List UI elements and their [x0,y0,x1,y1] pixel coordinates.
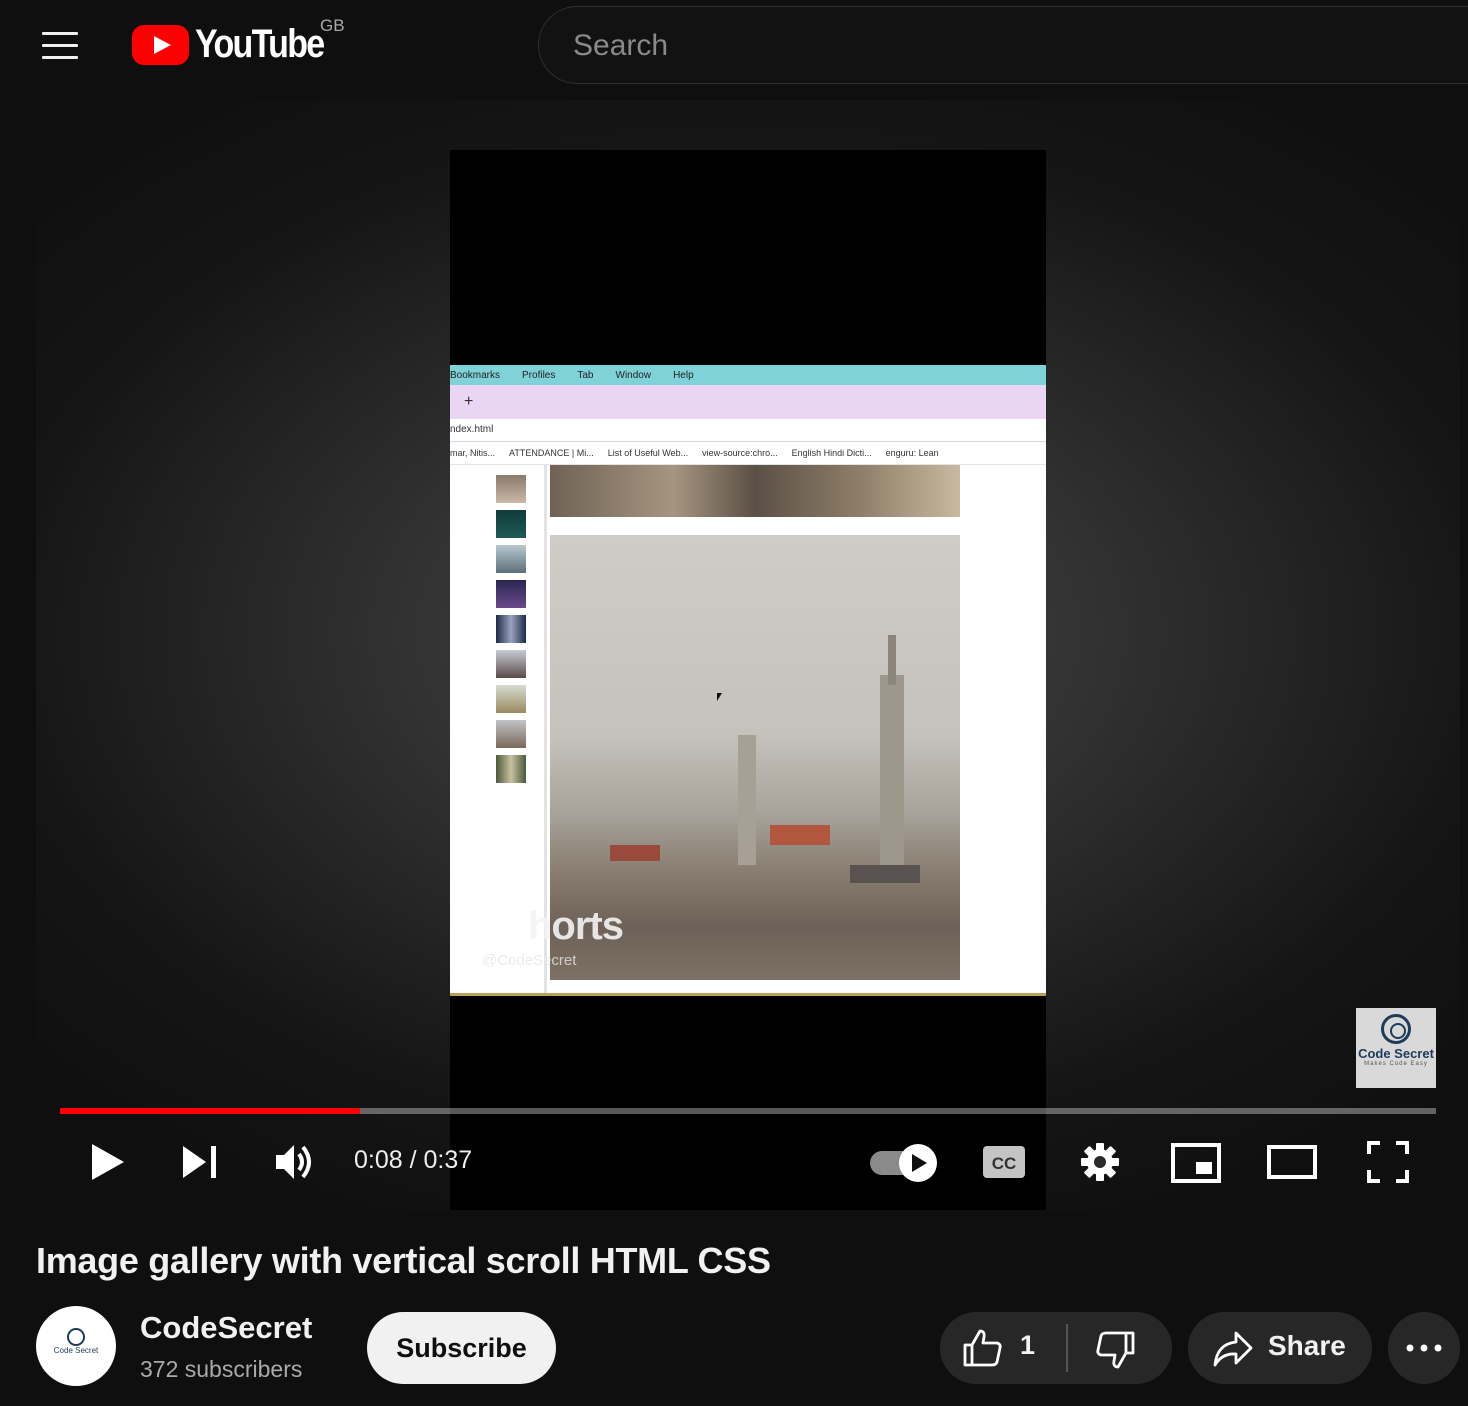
recorded-bookmark: view-source:chro... [702,448,778,458]
recorded-bookmark: mar, Nitis... [450,448,496,458]
recorded-thumbnail-column [496,475,526,790]
recorded-thumbnail [496,475,526,503]
subscriber-count: 372 subscribers [140,1356,303,1382]
recorded-bottom-edge [450,993,1046,996]
progress-bar[interactable] [60,1108,1436,1114]
play-icon[interactable] [90,1140,126,1184]
video-title: Image gallery with vertical scroll HTML … [36,1240,771,1281]
channel-handle-watermark: @CodeSecret [482,952,577,969]
theater-mode-icon[interactable] [1266,1144,1318,1180]
recorded-bookmark: English Hindi Dicti... [791,448,872,458]
code-secret-logo-icon [1381,1014,1411,1044]
thumbs-up-icon [963,1329,1002,1367]
share-arrow-icon [1213,1331,1253,1367]
tower-shape [738,735,756,865]
roof-shape [770,825,830,845]
progress-played [60,1108,360,1114]
recorded-gallery-image [550,465,960,517]
more-horizontal-icon [1406,1344,1442,1352]
tower-shape [888,635,896,685]
miniplayer-icon[interactable] [1170,1142,1222,1184]
closed-captions-icon[interactable]: CC [982,1144,1026,1180]
recorded-menu-item: Profiles [522,369,556,381]
recorded-thumbnail [496,650,526,678]
roof-shape [850,865,920,883]
recorded-thumbnail [496,580,526,608]
like-button[interactable]: 1 [940,1312,1066,1384]
fullscreen-icon[interactable] [1366,1140,1410,1184]
current-time: 0:08 [354,1146,403,1174]
recorded-menu-item: Tab [577,369,594,381]
settings-gear-icon[interactable] [1080,1142,1120,1182]
recorded-thumbnail [496,510,526,538]
search-box [538,6,1468,84]
avatar-text: Code Secret [53,1346,99,1355]
recorded-menubar: Bookmarks Profiles Tab Window Help [450,365,1046,385]
video-frame[interactable]: Bookmarks Profiles Tab Window Help + nde… [450,150,1046,1210]
volume-icon[interactable] [274,1140,316,1184]
like-dislike-group: 1 [940,1312,1172,1384]
subscribe-button[interactable]: Subscribe [367,1312,556,1384]
recorded-bookmarks-bar: mar, Nitis... ATTENDANCE | Mi... List of… [450,442,1046,465]
brand-tagline: Makes Code Easy [1364,1061,1428,1067]
total-time: 0:37 [423,1146,473,1174]
search-input[interactable] [571,25,1455,67]
thumbs-down-icon [1096,1331,1135,1369]
cc-label: CC [992,1154,1017,1173]
youtube-logo[interactable]: YouTube [132,22,346,67]
autoplay-toggle[interactable] [868,1142,940,1184]
next-video-icon[interactable] [182,1142,218,1182]
logo-text: YouTube [195,22,325,66]
recorded-bookmark: List of Useful Web... [607,448,689,458]
recorded-menu-item: Help [673,369,694,381]
recorded-thumbnail [496,545,526,573]
time-display: 0:08 / 0:37 [354,1146,472,1175]
brand-title: Code Secret [1358,1046,1434,1061]
recorded-mouse-cursor [717,693,722,701]
recorded-thumbnail [496,685,526,713]
dislike-button[interactable] [1068,1312,1172,1384]
guide-menu-button[interactable] [36,26,84,64]
channel-branding-watermark[interactable]: Code Secret Makes Code Easy [1356,1008,1436,1088]
channel-avatar[interactable]: Code Secret [36,1306,116,1386]
video-player[interactable]: Bookmarks Profiles Tab Window Help + nde… [36,100,1460,1210]
recorded-menu-item: Bookmarks [450,369,501,381]
recorded-thumbnail [496,615,526,643]
region-code: GB [320,16,345,35]
shorts-watermark: horts [528,904,624,948]
video-screen-recording: Bookmarks Profiles Tab Window Help + nde… [450,365,1046,995]
time-separator: / [402,1146,424,1174]
recorded-bookmark: enguru: Lean [885,448,939,458]
recorded-menu-item: Window [615,369,652,381]
recorded-new-tab-icon: + [464,393,474,410]
channel-name-link[interactable]: CodeSecret [140,1310,312,1346]
like-count: 1 [1020,1330,1036,1360]
more-actions-button[interactable] [1388,1312,1460,1384]
recorded-thumbnail [496,755,526,783]
recorded-thumbnail [496,720,526,748]
youtube-play-logo-icon [132,24,189,65]
tower-shape [880,675,904,865]
recorded-tabbar: + [450,385,1046,419]
recorded-url-bar: ndex.html [450,419,1046,442]
share-label: Share [1268,1330,1346,1361]
code-secret-logo-icon [67,1328,85,1346]
roof-shape [610,845,660,861]
share-button[interactable]: Share [1188,1312,1372,1384]
recorded-bookmark: ATTENDANCE | Mi... [509,448,594,458]
